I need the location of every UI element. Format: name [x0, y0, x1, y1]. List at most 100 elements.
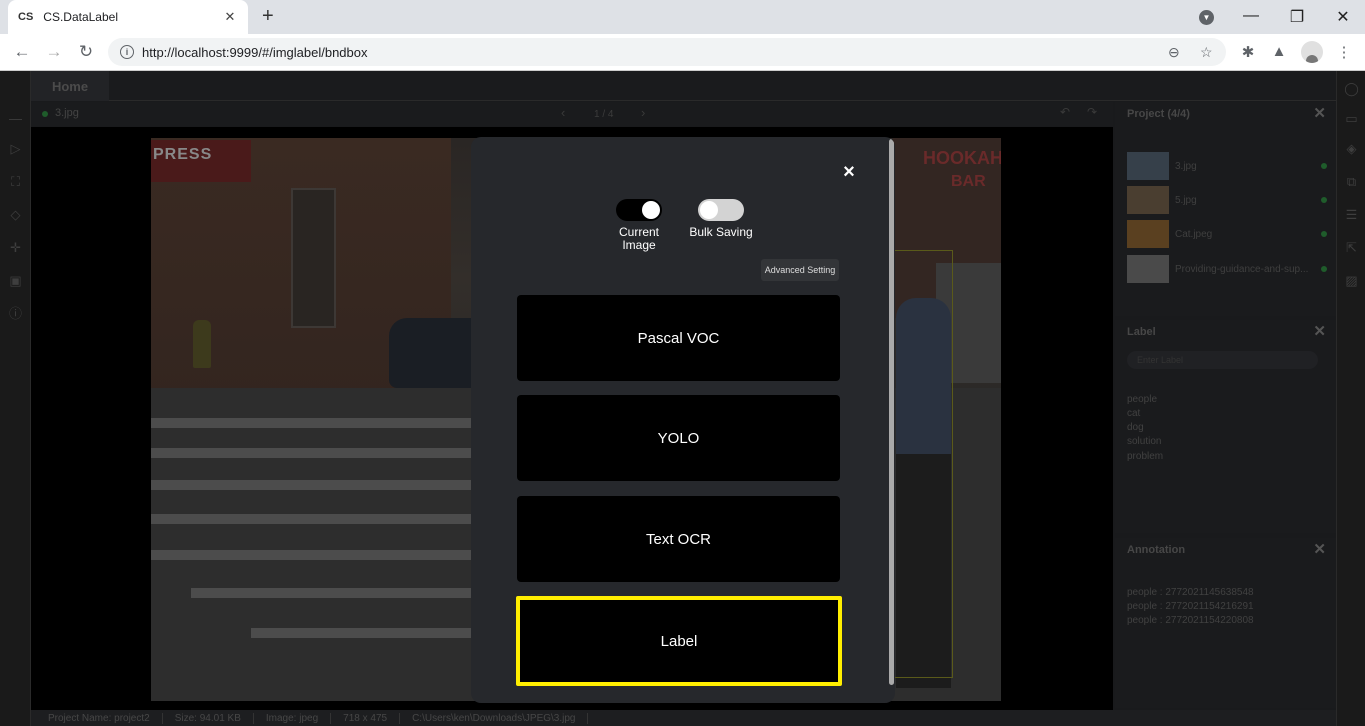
- project-file-item[interactable]: Providing-guidance-and-sup...: [1127, 255, 1327, 283]
- next-image-icon[interactable]: ›: [641, 105, 645, 120]
- back-icon[interactable]: ←: [12, 42, 32, 62]
- favicon-icon: CS: [18, 11, 34, 23]
- align-icon[interactable]: ☰: [1344, 207, 1359, 222]
- file-name: Cat.jpeg: [1175, 228, 1213, 240]
- file-status-dot: [1321, 197, 1327, 203]
- annotation-panel-close-icon[interactable]: ✕: [1313, 540, 1326, 558]
- file-name: Providing-guidance-and-sup...: [1175, 263, 1309, 275]
- status-project: Project Name: project2: [48, 712, 163, 724]
- annotation-bbox[interactable]: [893, 250, 953, 678]
- close-window-icon[interactable]: ✕: [1333, 7, 1353, 27]
- door: [291, 188, 336, 328]
- restore-icon[interactable]: ❐: [1287, 7, 1307, 27]
- label-input[interactable]: [1127, 351, 1318, 369]
- image-header: 3.jpg ‹ 1 / 4 › ↶ ↷: [31, 102, 1113, 126]
- status-path: C:\Users\ken\Downloads\JPEG\3.jpg: [400, 712, 589, 724]
- labs-flask-icon[interactable]: ▲: [1270, 43, 1288, 60]
- awning: PRESS: [151, 140, 251, 182]
- minimize-icon[interactable]: —: [1241, 7, 1261, 25]
- project-file-item[interactable]: 3.jpg: [1127, 152, 1327, 180]
- dash-icon[interactable]: —: [8, 111, 23, 126]
- bar-sign: BAR: [951, 173, 986, 190]
- file-thumbnail: [1127, 186, 1169, 214]
- hookah-sign: HOOKAH: [923, 148, 1001, 168]
- menu-kebab-icon[interactable]: ⋮: [1335, 43, 1353, 61]
- file-name: 5.jpg: [1175, 194, 1197, 206]
- modal-scrollbar[interactable]: [889, 139, 894, 685]
- bounding-box-icon[interactable]: ⛶: [8, 174, 23, 189]
- export-icon[interactable]: ⇱: [1344, 240, 1359, 255]
- annotation-panel-title: Annotation: [1127, 544, 1186, 556]
- redo-icon[interactable]: ↷: [1087, 105, 1097, 119]
- browser-toolbar: ← → ↻ i http://localhost:9999/#/imglabel…: [0, 34, 1365, 71]
- right-toolbar: ◯ ▭ ◈ ⧉ ☰ ⇱ ▨: [1336, 71, 1365, 726]
- image-icon[interactable]: ▨: [1344, 273, 1359, 288]
- annotation-item[interactable]: people : 2772021154220808: [1127, 615, 1254, 626]
- new-tab-button[interactable]: +: [262, 6, 274, 26]
- label-panel-title: Label: [1127, 326, 1156, 338]
- label-item[interactable]: people: [1127, 394, 1157, 405]
- undo-icon[interactable]: ↶: [1060, 105, 1070, 119]
- reload-icon[interactable]: ↻: [76, 42, 96, 62]
- current-image-toggle[interactable]: [616, 199, 662, 221]
- extensions-icon[interactable]: ✱: [1239, 43, 1257, 61]
- annotation-panel: Annotation ✕ people : 2772021145638548 p…: [1115, 538, 1336, 708]
- file-status-dot: [1321, 163, 1327, 169]
- eraser-icon[interactable]: ◇: [8, 207, 23, 222]
- bulk-saving-toggle[interactable]: [698, 199, 744, 221]
- tab-search-icon[interactable]: ▼: [1199, 10, 1214, 25]
- folder-icon[interactable]: ▭: [1344, 111, 1359, 126]
- status-dimensions: 718 x 475: [331, 712, 401, 724]
- project-file-item[interactable]: Cat.jpeg: [1127, 220, 1327, 248]
- fire-hydrant: [193, 320, 211, 368]
- save-icon[interactable]: ▣: [8, 273, 23, 288]
- browser-tab[interactable]: CS CS.DataLabel ✕: [8, 0, 248, 34]
- label-item[interactable]: cat: [1127, 408, 1140, 419]
- current-image-label: Current Image: [618, 225, 659, 252]
- yolo-button[interactable]: YOLO: [517, 395, 840, 481]
- text-ocr-button[interactable]: Text OCR: [517, 496, 840, 582]
- status-image-type: Image: jpeg: [254, 712, 332, 724]
- image-pager: 1 / 4: [594, 109, 614, 120]
- label-item[interactable]: solution: [1127, 436, 1161, 447]
- label-format-button[interactable]: Label: [516, 596, 842, 686]
- annotation-item[interactable]: people : 2772021154216291: [1127, 601, 1254, 612]
- zoom-icon[interactable]: ⊖: [1168, 38, 1180, 66]
- crosshair-icon[interactable]: ✛: [8, 240, 23, 255]
- project-panel-title: Project (4/4): [1127, 108, 1190, 120]
- file-status-dot: [42, 111, 48, 117]
- tab-title: CS.DataLabel: [43, 10, 118, 24]
- address-bar[interactable]: i http://localhost:9999/#/imglabel/bndbo…: [108, 38, 1226, 66]
- annotation-item[interactable]: people : 2772021145638548: [1127, 587, 1254, 598]
- label-item[interactable]: problem: [1127, 451, 1163, 462]
- app-top-bar: Home: [31, 71, 1336, 101]
- site-info-icon[interactable]: i: [120, 45, 134, 59]
- file-thumbnail: [1127, 152, 1169, 180]
- profile-avatar[interactable]: [1301, 41, 1323, 63]
- prev-image-icon[interactable]: ‹: [561, 105, 565, 120]
- project-panel-close-icon[interactable]: ✕: [1313, 104, 1326, 122]
- label-panel-close-icon[interactable]: ✕: [1313, 322, 1326, 340]
- label-panel: Label ✕ people cat dog solution problem: [1115, 320, 1336, 533]
- bulk-saving-label: Bulk Saving: [689, 225, 753, 239]
- tab-close-icon[interactable]: ✕: [222, 9, 238, 25]
- advanced-setting-button[interactable]: Advanced Setting: [761, 259, 839, 281]
- user-circle-icon[interactable]: ◯: [1344, 81, 1359, 96]
- select-pointer-icon[interactable]: ▷: [8, 141, 23, 156]
- file-status-dot: [1321, 266, 1327, 272]
- export-modal: × Current Image Bulk Saving Advanced Set…: [471, 137, 895, 703]
- tag-icon[interactable]: ◈: [1344, 141, 1359, 156]
- current-filename: 3.jpg: [55, 107, 79, 119]
- toggle-knob: [700, 201, 718, 219]
- project-file-item[interactable]: 5.jpg: [1127, 186, 1327, 214]
- info-circle-icon[interactable]: ⓘ: [8, 306, 23, 321]
- press-sign: PRESS: [153, 146, 213, 163]
- layers-icon[interactable]: ⧉: [1344, 174, 1359, 189]
- home-tab[interactable]: Home: [31, 71, 109, 101]
- bookmark-star-icon[interactable]: ☆: [1200, 38, 1213, 66]
- modal-close-icon[interactable]: ×: [841, 162, 857, 182]
- status-size: Size: 94.01 KB: [163, 712, 254, 724]
- label-item[interactable]: dog: [1127, 422, 1144, 433]
- pascal-voc-button[interactable]: Pascal VOC: [517, 295, 840, 381]
- forward-icon[interactable]: →: [44, 42, 64, 62]
